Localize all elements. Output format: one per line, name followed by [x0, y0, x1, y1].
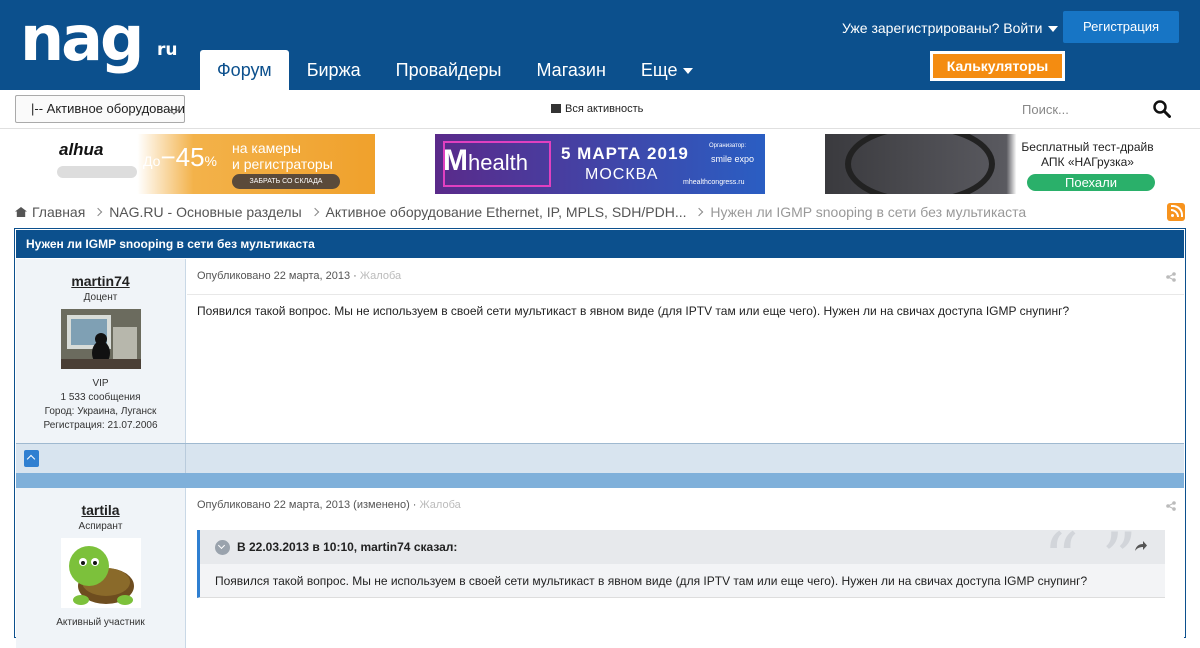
- author-city: Город: Украина, Луганск: [44, 406, 157, 417]
- ad-text: на камеры и регистраторы: [232, 140, 333, 172]
- tab-forum[interactable]: Форум: [200, 50, 289, 90]
- author-rank: Аспирант: [78, 521, 123, 532]
- author-name[interactable]: martin74: [16, 273, 185, 289]
- ad-discount-pct: %: [204, 153, 217, 169]
- post-author-panel: martin74 Доцент VIP 1 533 сообщения Горо…: [16, 259, 186, 443]
- author-group: VIP: [92, 378, 109, 389]
- ad-partner: smile expo: [711, 154, 755, 164]
- steering-wheel-image: [845, 134, 995, 194]
- ad-text: Бесплатный тест-драйв АПК «НАГрузка»: [1021, 140, 1154, 169]
- chevron-right-icon: [695, 207, 704, 217]
- login-link[interactable]: Уже зарегистрированы? Войти: [842, 20, 1059, 36]
- ad-button: ЗАБРАТЬ СО СКЛАДА: [232, 174, 340, 189]
- share-icon[interactable]: [1166, 501, 1176, 511]
- tab-providers[interactable]: Провайдеры: [379, 50, 519, 90]
- activity-icon: [551, 104, 561, 113]
- share-icon[interactable]: [1166, 272, 1176, 282]
- home-icon: [15, 207, 27, 217]
- chevron-right-icon: [93, 207, 103, 217]
- forum-jump-select[interactable]: |-- Активное оборудование: [15, 95, 185, 123]
- avatar[interactable]: [60, 309, 141, 369]
- scroll-top-icon[interactable]: [24, 450, 39, 467]
- rss-icon[interactable]: [1167, 203, 1185, 221]
- post-date: Опубликовано 22 марта, 2013 (изменено): [197, 499, 410, 511]
- breadcrumb-sections[interactable]: NAG.RU - Основные разделы: [109, 204, 301, 220]
- author-registered: Регистрация: 21.07.2006: [43, 420, 158, 431]
- quote-header: В 22.03.2013 в 10:10, martin74 сказал:: [200, 530, 1165, 564]
- author-group: Активный участник: [56, 617, 145, 628]
- tab-more[interactable]: Еще: [624, 50, 710, 90]
- calculators-button[interactable]: Калькуляторы: [930, 51, 1065, 81]
- ad-site: mhealthcongress.ru: [683, 179, 745, 186]
- post-footer: [16, 443, 1184, 473]
- post-meta: Опубликовано 22 марта, 2013 (изменено) ·…: [197, 499, 461, 511]
- ad-discount-value: 45: [175, 142, 205, 172]
- author-name[interactable]: tartila: [16, 502, 185, 518]
- topic-container: Нужен ли IGMP snooping в сети без мульти…: [14, 228, 1186, 648]
- ad-discount: До−45%: [143, 142, 217, 172]
- post-author-panel: tartila Аспирант Активный участник: [16, 488, 186, 648]
- ad-button: Поехали: [1027, 174, 1155, 191]
- breadcrumb: Главная NAG.RU - Основные разделы Активн…: [15, 204, 1026, 220]
- site-header: nag ru Форум Биржа Провайдеры Магазин Ещ…: [0, 0, 1200, 90]
- ad-city: МОСКВА: [585, 166, 659, 183]
- topic-title: Нужен ли IGMP snooping в сети без мульти…: [16, 230, 1184, 258]
- tab-shop[interactable]: Магазин: [519, 50, 622, 90]
- main-nav: Форум Биржа Провайдеры Магазин Еще: [200, 50, 711, 90]
- post-body: Появился такой вопрос. Мы не используем …: [197, 304, 1070, 318]
- ad-logo-m: M: [443, 144, 468, 177]
- banner-ad-mhealth[interactable]: M health 5 МАРТА 2019 МОСКВА Организатор…: [435, 134, 765, 194]
- post-footer-left: [16, 444, 186, 473]
- post: tartila Аспирант Активный участник Опубл…: [16, 488, 1184, 648]
- ad-date: 5 МАРТА 2019: [561, 144, 689, 163]
- search-icon[interactable]: [1153, 100, 1171, 118]
- collapse-toggle-icon[interactable]: [215, 540, 230, 555]
- report-link[interactable]: Жалоба: [360, 270, 401, 282]
- post-divider: [187, 294, 1184, 295]
- ad-logo-text: health: [468, 150, 528, 175]
- search-input[interactable]: Поиск...: [1022, 102, 1069, 117]
- post-date: Опубликовано 22 марта, 2013: [197, 270, 351, 282]
- author-rank: Доцент: [83, 292, 118, 303]
- register-button[interactable]: Регистрация: [1063, 11, 1179, 43]
- ad-text-line2: и регистраторы: [232, 156, 333, 172]
- login-label: Уже зарегистрированы? Войти: [842, 20, 1043, 36]
- breadcrumb-forum[interactable]: Активное оборудование Ethernet, IP, MPLS…: [326, 204, 687, 220]
- breadcrumb-current: Нужен ли IGMP snooping в сети без мульти…: [710, 204, 1027, 220]
- reply-arrow-icon[interactable]: [1135, 540, 1147, 552]
- quote-text: Появился такой вопрос. Мы не используем …: [215, 574, 1088, 588]
- author-messages: 1 533 сообщения: [60, 392, 141, 403]
- post-separator: [16, 473, 1184, 488]
- post-quote: В 22.03.2013 в 10:10, martin74 сказал: “…: [197, 524, 1165, 598]
- calculators-label: Калькуляторы: [933, 54, 1062, 78]
- chevron-right-icon: [310, 207, 319, 217]
- breadcrumb-home[interactable]: Главная: [32, 204, 85, 220]
- banner-ad-dahua[interactable]: alhua До−45% на камеры и регистраторы ЗАБ…: [45, 134, 375, 194]
- tab-exchange[interactable]: Биржа: [290, 50, 378, 90]
- sub-bar: |-- Активное оборудование Вся активность…: [0, 90, 1200, 129]
- ad-discount-prefix: До: [143, 153, 161, 169]
- ad-text-line1: на камеры: [232, 140, 301, 156]
- post-meta: Опубликовано 22 марта, 2013 · Жалоба: [197, 270, 402, 282]
- avatar[interactable]: [60, 538, 141, 608]
- quote-citation: В 22.03.2013 в 10:10, martin74 сказал:: [237, 540, 458, 554]
- site-logo[interactable]: nag ru: [20, 2, 180, 76]
- author-info: VIP 1 533 сообщения Город: Украина, Луга…: [16, 377, 185, 433]
- post: martin74 Доцент VIP 1 533 сообщения Горо…: [16, 259, 1184, 443]
- author-info: Активный участник: [16, 616, 185, 630]
- all-activity-link[interactable]: Вся активность: [551, 103, 643, 115]
- logo-suffix: ru: [157, 40, 178, 60]
- tab-more-label: Еще: [640, 60, 678, 80]
- logo-text: nag: [20, 2, 144, 75]
- camera-image: [57, 166, 137, 178]
- ad-brand: alhua: [59, 140, 104, 159]
- activity-label: Вся активность: [565, 103, 644, 115]
- report-link[interactable]: Жалоба: [420, 499, 461, 511]
- caret-down-icon: [682, 68, 693, 75]
- banner-ad-nagruzka[interactable]: Бесплатный тест-драйв АПК «НАГрузка» Пое…: [825, 134, 1155, 194]
- caret-down-icon: [1048, 26, 1059, 33]
- forum-jump-value: |-- Активное оборудование: [31, 101, 185, 116]
- ad-organizer: Организатор:: [709, 143, 747, 149]
